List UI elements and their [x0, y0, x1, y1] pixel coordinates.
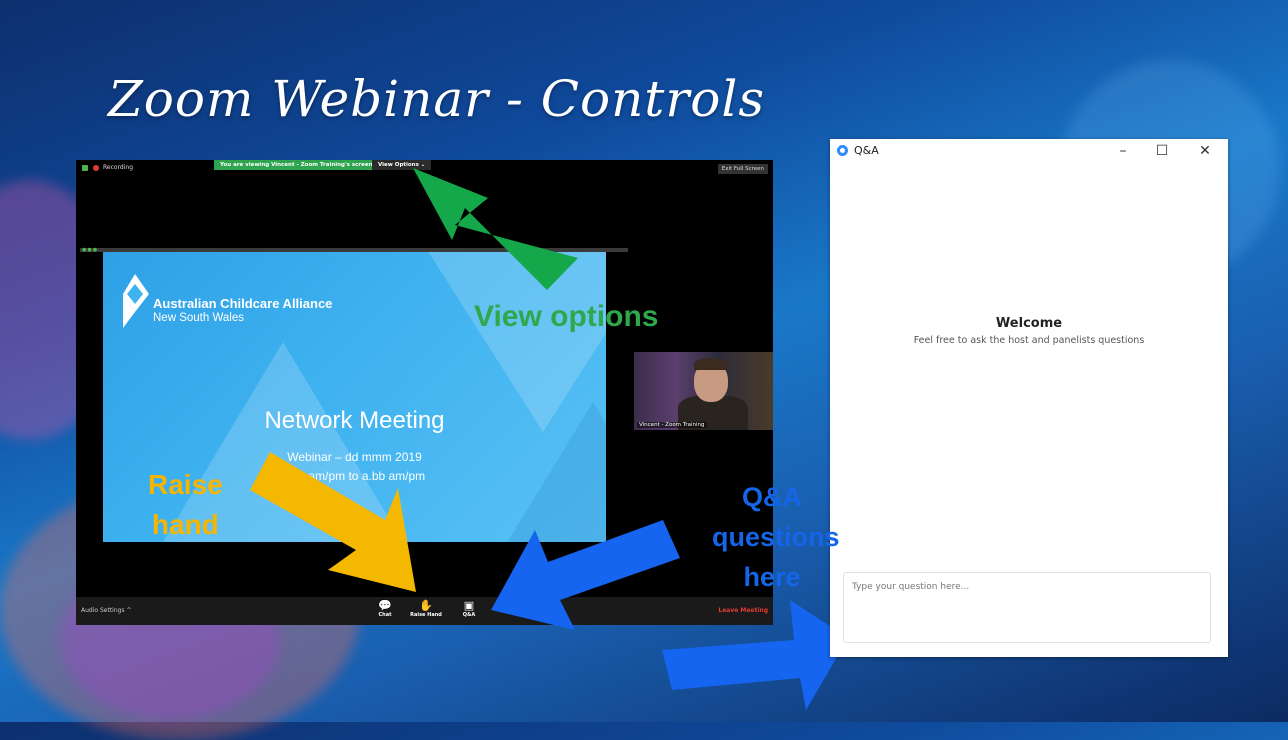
green-arrow — [413, 168, 578, 290]
question-input[interactable] — [850, 581, 1209, 593]
annotation-raise-line2: hand — [151, 509, 219, 540]
annotation-qa-line1: Q&A — [742, 482, 802, 512]
annotation-raise-hand: Raise hand — [148, 465, 223, 545]
yellow-arrow — [250, 452, 416, 592]
annotation-raise-line1: Raise — [148, 469, 223, 500]
annotation-qa-line2: questions — [712, 522, 840, 552]
minimize-icon[interactable]: – — [1112, 141, 1134, 161]
annotation-view-options: View options — [474, 300, 659, 333]
blue-arrow-right — [662, 600, 848, 710]
qa-titlebar: Q&A – ☐ ✕ — [830, 139, 1228, 163]
qa-welcome-heading: Welcome — [995, 316, 1063, 331]
annotation-qa-questions: Q&A questions here — [712, 477, 840, 597]
blue-arrow-left — [491, 520, 680, 630]
qa-window-title: Q&A — [854, 144, 879, 157]
maximize-icon[interactable]: ☐ — [1151, 141, 1173, 161]
close-icon[interactable]: ✕ — [1194, 141, 1216, 161]
annotation-qa-line3: here — [743, 562, 801, 592]
qa-window: Q&A – ☐ ✕ Welcome Feel free to ask the h… — [830, 139, 1228, 657]
qa-welcome-text: Feel free to ask the host and panelists … — [913, 335, 1145, 346]
question-input-box[interactable] — [843, 572, 1211, 643]
zoom-logo-icon — [837, 145, 848, 156]
